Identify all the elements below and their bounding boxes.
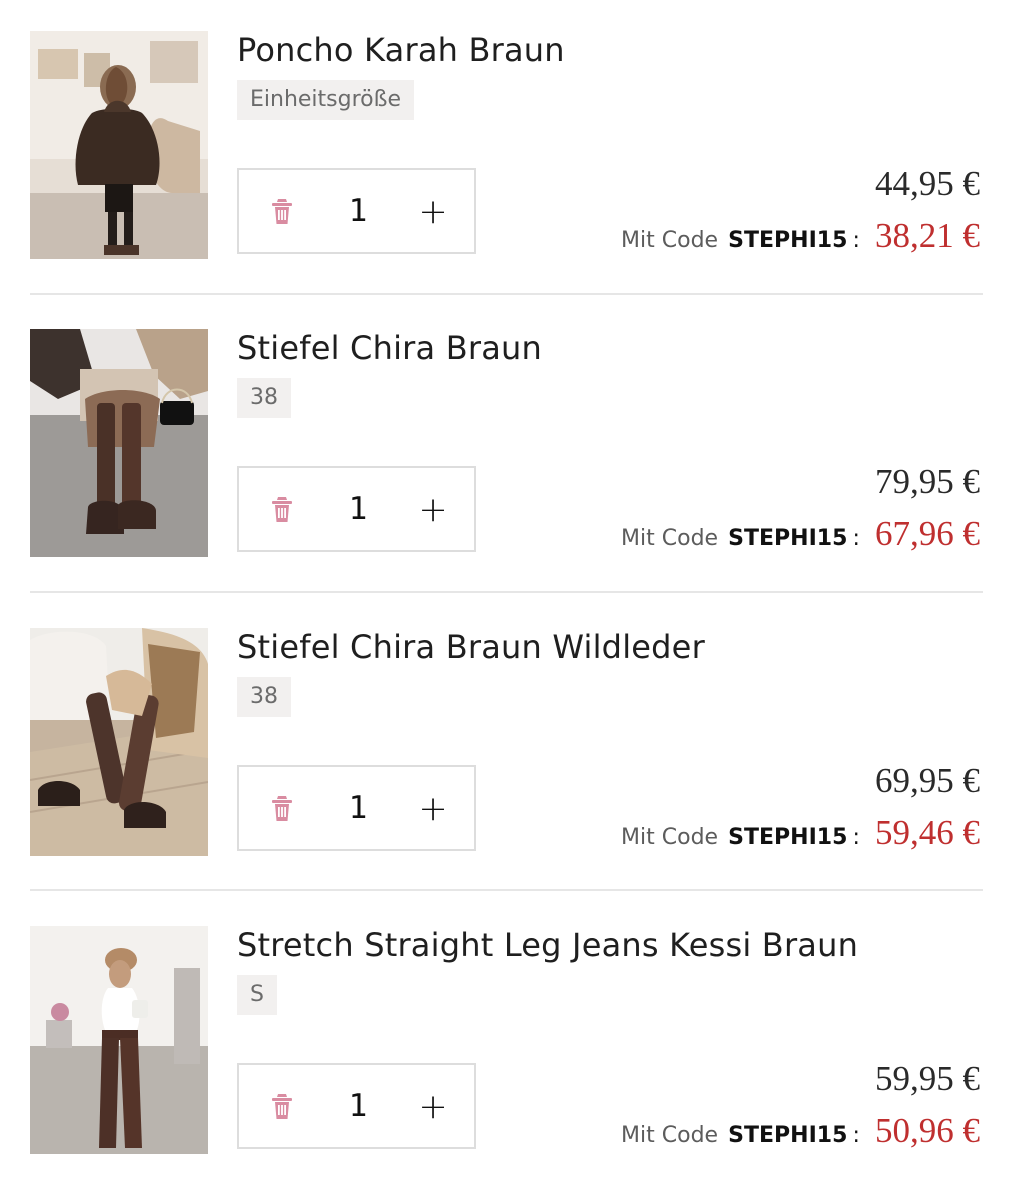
discount-colon: :	[852, 825, 860, 850]
regular-price: 59,95 €	[875, 1059, 980, 1098]
discounted-price: 50,96 €	[875, 1111, 980, 1150]
product-title[interactable]: Stiefel Chira Braun	[237, 329, 542, 367]
product-image-poncho[interactable]	[30, 31, 208, 259]
trash-icon[interactable]	[268, 795, 296, 823]
product-title[interactable]: Stretch Straight Leg Jeans Kessi Braun	[237, 926, 858, 964]
discount-colon: :	[852, 526, 860, 551]
product-title[interactable]: Poncho Karah Braun	[237, 31, 565, 69]
discount-label: Mit Code	[621, 526, 719, 551]
item-divider	[30, 293, 983, 295]
product-image-boots[interactable]	[30, 329, 208, 557]
product-title[interactable]: Stiefel Chira Braun Wildleder	[237, 628, 705, 666]
regular-price: 79,95 €	[875, 462, 980, 501]
discount-code: STEPHI15	[728, 1123, 848, 1148]
size-badge: S	[237, 975, 277, 1015]
regular-price: 44,95 €	[875, 164, 980, 203]
quantity-stepper: +	[237, 168, 476, 254]
regular-price: 69,95 €	[875, 761, 980, 800]
suede-boots-photo-illustration	[30, 628, 208, 856]
trash-icon[interactable]	[268, 198, 296, 226]
item-divider	[30, 889, 983, 891]
discounted-price: 38,21 €	[875, 216, 980, 255]
trash-icon[interactable]	[268, 496, 296, 524]
plus-icon[interactable]: +	[415, 787, 451, 831]
product-image-jeans[interactable]	[30, 926, 208, 1154]
poncho-photo-illustration	[30, 31, 208, 259]
trash-icon[interactable]	[268, 1093, 296, 1121]
discount-code: STEPHI15	[728, 825, 848, 850]
discount-label: Mit Code	[621, 825, 719, 850]
boots-photo-illustration	[30, 329, 208, 557]
cart-item: Stiefel Chira Braun 38 + 79,95 € Mit Cod…	[0, 298, 1022, 558]
quantity-stepper: +	[237, 765, 476, 851]
cart-item: Stiefel Chira Braun Wildleder 38 + 69,95…	[0, 597, 1022, 857]
quantity-input[interactable]	[340, 784, 376, 832]
size-badge: 38	[237, 677, 291, 717]
plus-icon[interactable]: +	[415, 1085, 451, 1129]
discount-label: Mit Code	[621, 228, 719, 253]
discount-price-line: Mit Code STEPHI15 : 38,21 €	[621, 216, 980, 260]
discount-price-line: Mit Code STEPHI15 : 50,96 €	[621, 1111, 980, 1155]
discounted-price: 67,96 €	[875, 514, 980, 553]
quantity-stepper: +	[237, 1063, 476, 1149]
cart-item: Stretch Straight Leg Jeans Kessi Braun S…	[0, 895, 1022, 1155]
discount-label: Mit Code	[621, 1123, 719, 1148]
discount-colon: :	[852, 228, 860, 253]
size-badge: 38	[237, 378, 291, 418]
plus-icon[interactable]: +	[415, 488, 451, 532]
discount-code: STEPHI15	[728, 526, 848, 551]
quantity-input[interactable]	[340, 485, 376, 533]
item-divider	[30, 591, 983, 593]
jeans-photo-illustration	[30, 926, 208, 1154]
plus-icon[interactable]: +	[415, 190, 451, 234]
quantity-input[interactable]	[340, 1082, 376, 1130]
cart-list: Poncho Karah Braun Einheitsgröße + 44,95…	[0, 0, 1022, 1200]
quantity-stepper: +	[237, 466, 476, 552]
discount-price-line: Mit Code STEPHI15 : 59,46 €	[621, 813, 980, 857]
cart-item: Poncho Karah Braun Einheitsgröße + 44,95…	[0, 0, 1022, 260]
discounted-price: 59,46 €	[875, 813, 980, 852]
size-badge: Einheitsgröße	[237, 80, 415, 120]
discount-code: STEPHI15	[728, 228, 848, 253]
product-image-suede-boots[interactable]	[30, 628, 208, 856]
discount-price-line: Mit Code STEPHI15 : 67,96 €	[621, 514, 980, 558]
quantity-input[interactable]	[340, 187, 376, 235]
discount-colon: :	[852, 1123, 860, 1148]
